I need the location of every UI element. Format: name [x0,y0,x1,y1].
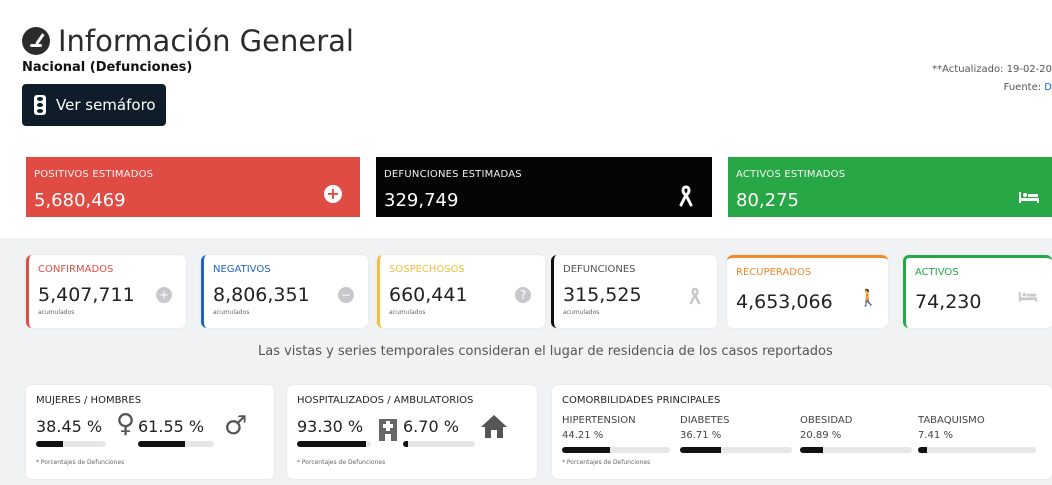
stat-note: acumulados [38,309,75,316]
stat-label: NEGATIVOS [213,264,271,275]
bar-fill [562,447,610,453]
stat-note: acumulados [563,309,600,316]
minus-circle-icon: − [338,287,354,303]
traffic-light-icon [34,95,46,115]
card-footnote: * Porcentajes de Defunciones [562,459,651,466]
card-footnote: * Porcentajes de Defunciones [297,459,386,466]
plus-circle-icon: + [324,185,342,203]
stat-note: acumulados [213,309,250,316]
ver-semaforo-button[interactable]: Ver semáforo [22,84,166,126]
diabetes-bar [680,447,792,453]
hospitalizados-percent: 93.30 % [297,417,364,436]
negativos-card: NEGATIVOS 8,806,351 acumulados − [201,255,368,328]
card-label: POSITIVOS ESTIMADOS [34,169,154,180]
women-bar [36,441,106,447]
stat-label: CONFIRMADOS [38,264,114,275]
diabetes-percent: 36.71 % [680,430,722,441]
stat-label: DEFUNCIONES [563,264,636,275]
hospitalizados-bar [297,441,371,447]
obesidad-percent: 20.89 % [800,430,842,441]
question-circle-icon: ? [515,287,531,303]
stat-label: SOSPECHOSOS [389,264,465,275]
activos-estimados-card: ACTIVOS ESTIMADOS 80,275 [728,157,1052,217]
speedometer-icon [22,27,50,55]
hospitalizados-ambulatorios-card: HOSPITALIZADOS / AMBULATORIOS 93.30 % 6.… [287,385,537,479]
residence-notice: Las vistas y series temporales considera… [258,344,833,359]
men-percent: 61.55 % [138,417,205,436]
ambulatorios-percent: 6.70 % [403,417,459,436]
sospechosos-card: SOSPECHOSOS 660,441 acumulados ? [377,255,545,328]
women-percent: 38.45 % [36,417,103,436]
female-icon: ♀ [116,409,136,439]
page-title: Información General [22,24,354,58]
diabetes-label: DIABETES [680,415,730,426]
hospital-icon [377,415,399,445]
bar-fill [36,441,63,447]
source-link[interactable]: D [1044,82,1052,93]
confirmados-card: CONFIRMADOS 5,407,711 acumulados + [26,255,186,328]
bed-icon [1018,290,1038,306]
defunciones-estimadas-card: DEFUNCIONES ESTIMADAS 329,749 [376,157,712,217]
ribbon-icon [687,287,703,305]
ver-semaforo-label: Ver semáforo [56,96,156,114]
positivos-estimados-card: POSITIVOS ESTIMADOS 5,680,469 + [26,157,360,217]
stat-note: acumulados [389,309,426,316]
page-title-text: Información General [58,24,354,58]
bar-fill [403,441,408,447]
page-subtitle: Nacional (Defunciones) [22,60,193,75]
bar-fill [297,441,367,447]
source-label: Fuente: [1003,82,1045,93]
ribbon-icon [678,185,694,212]
hipertension-percent: 44.21 % [562,430,604,441]
bar-fill [138,441,185,447]
tabaquismo-percent: 7.41 % [918,430,953,441]
walking-person-icon: 🚶 [858,288,878,307]
obesidad-label: OBESIDAD [800,415,853,426]
recuperados-card: RECUPERADOS 4,653,066 🚶 [727,255,888,328]
obesidad-bar [800,447,912,453]
tabaquismo-label: TABAQUISMO [918,415,985,426]
mujeres-hombres-card: MUJERES / HOMBRES 38.45 % ♀ 61.55 % ♂ * … [26,385,274,479]
bar-fill [918,447,927,453]
defunciones-card: DEFUNCIONES 315,525 acumulados [551,255,717,328]
male-icon: ♂ [224,411,248,441]
bar-fill [680,447,722,453]
ambulatorios-bar [403,441,475,447]
bed-icon [1018,185,1040,209]
men-bar [138,441,214,447]
card-label: COMORBILIDADES PRINCIPALES [562,395,721,406]
card-value: 5,680,469 [34,190,126,211]
tabaquismo-bar [918,447,1036,453]
updated-timestamp: **Actualizado: 19-02-20 [932,64,1052,75]
activos-card: ACTIVOS 74,230 [903,255,1052,328]
card-value: 80,275 [736,190,799,211]
comorbilidades-card: COMORBILIDADES PRINCIPALES HIPERTENSION … [552,385,1052,479]
bar-fill [800,447,824,453]
home-icon [479,413,509,443]
stat-label: RECUPERADOS [736,267,812,278]
hipertension-bar [562,447,670,453]
card-label: DEFUNCIONES ESTIMADAS [384,169,522,180]
hipertension-label: HIPERTENSION [562,415,636,426]
card-label: MUJERES / HOMBRES [36,395,142,406]
source-line: Fuente: D [1004,82,1052,93]
card-label: ACTIVOS ESTIMADOS [736,169,846,180]
stat-label: ACTIVOS [915,267,959,278]
card-value: 329,749 [384,190,459,211]
plus-circle-icon: + [156,287,172,303]
card-footnote: * Porcentajes de Defunciones [36,459,125,466]
card-label: HOSPITALIZADOS / AMBULATORIOS [297,395,474,406]
